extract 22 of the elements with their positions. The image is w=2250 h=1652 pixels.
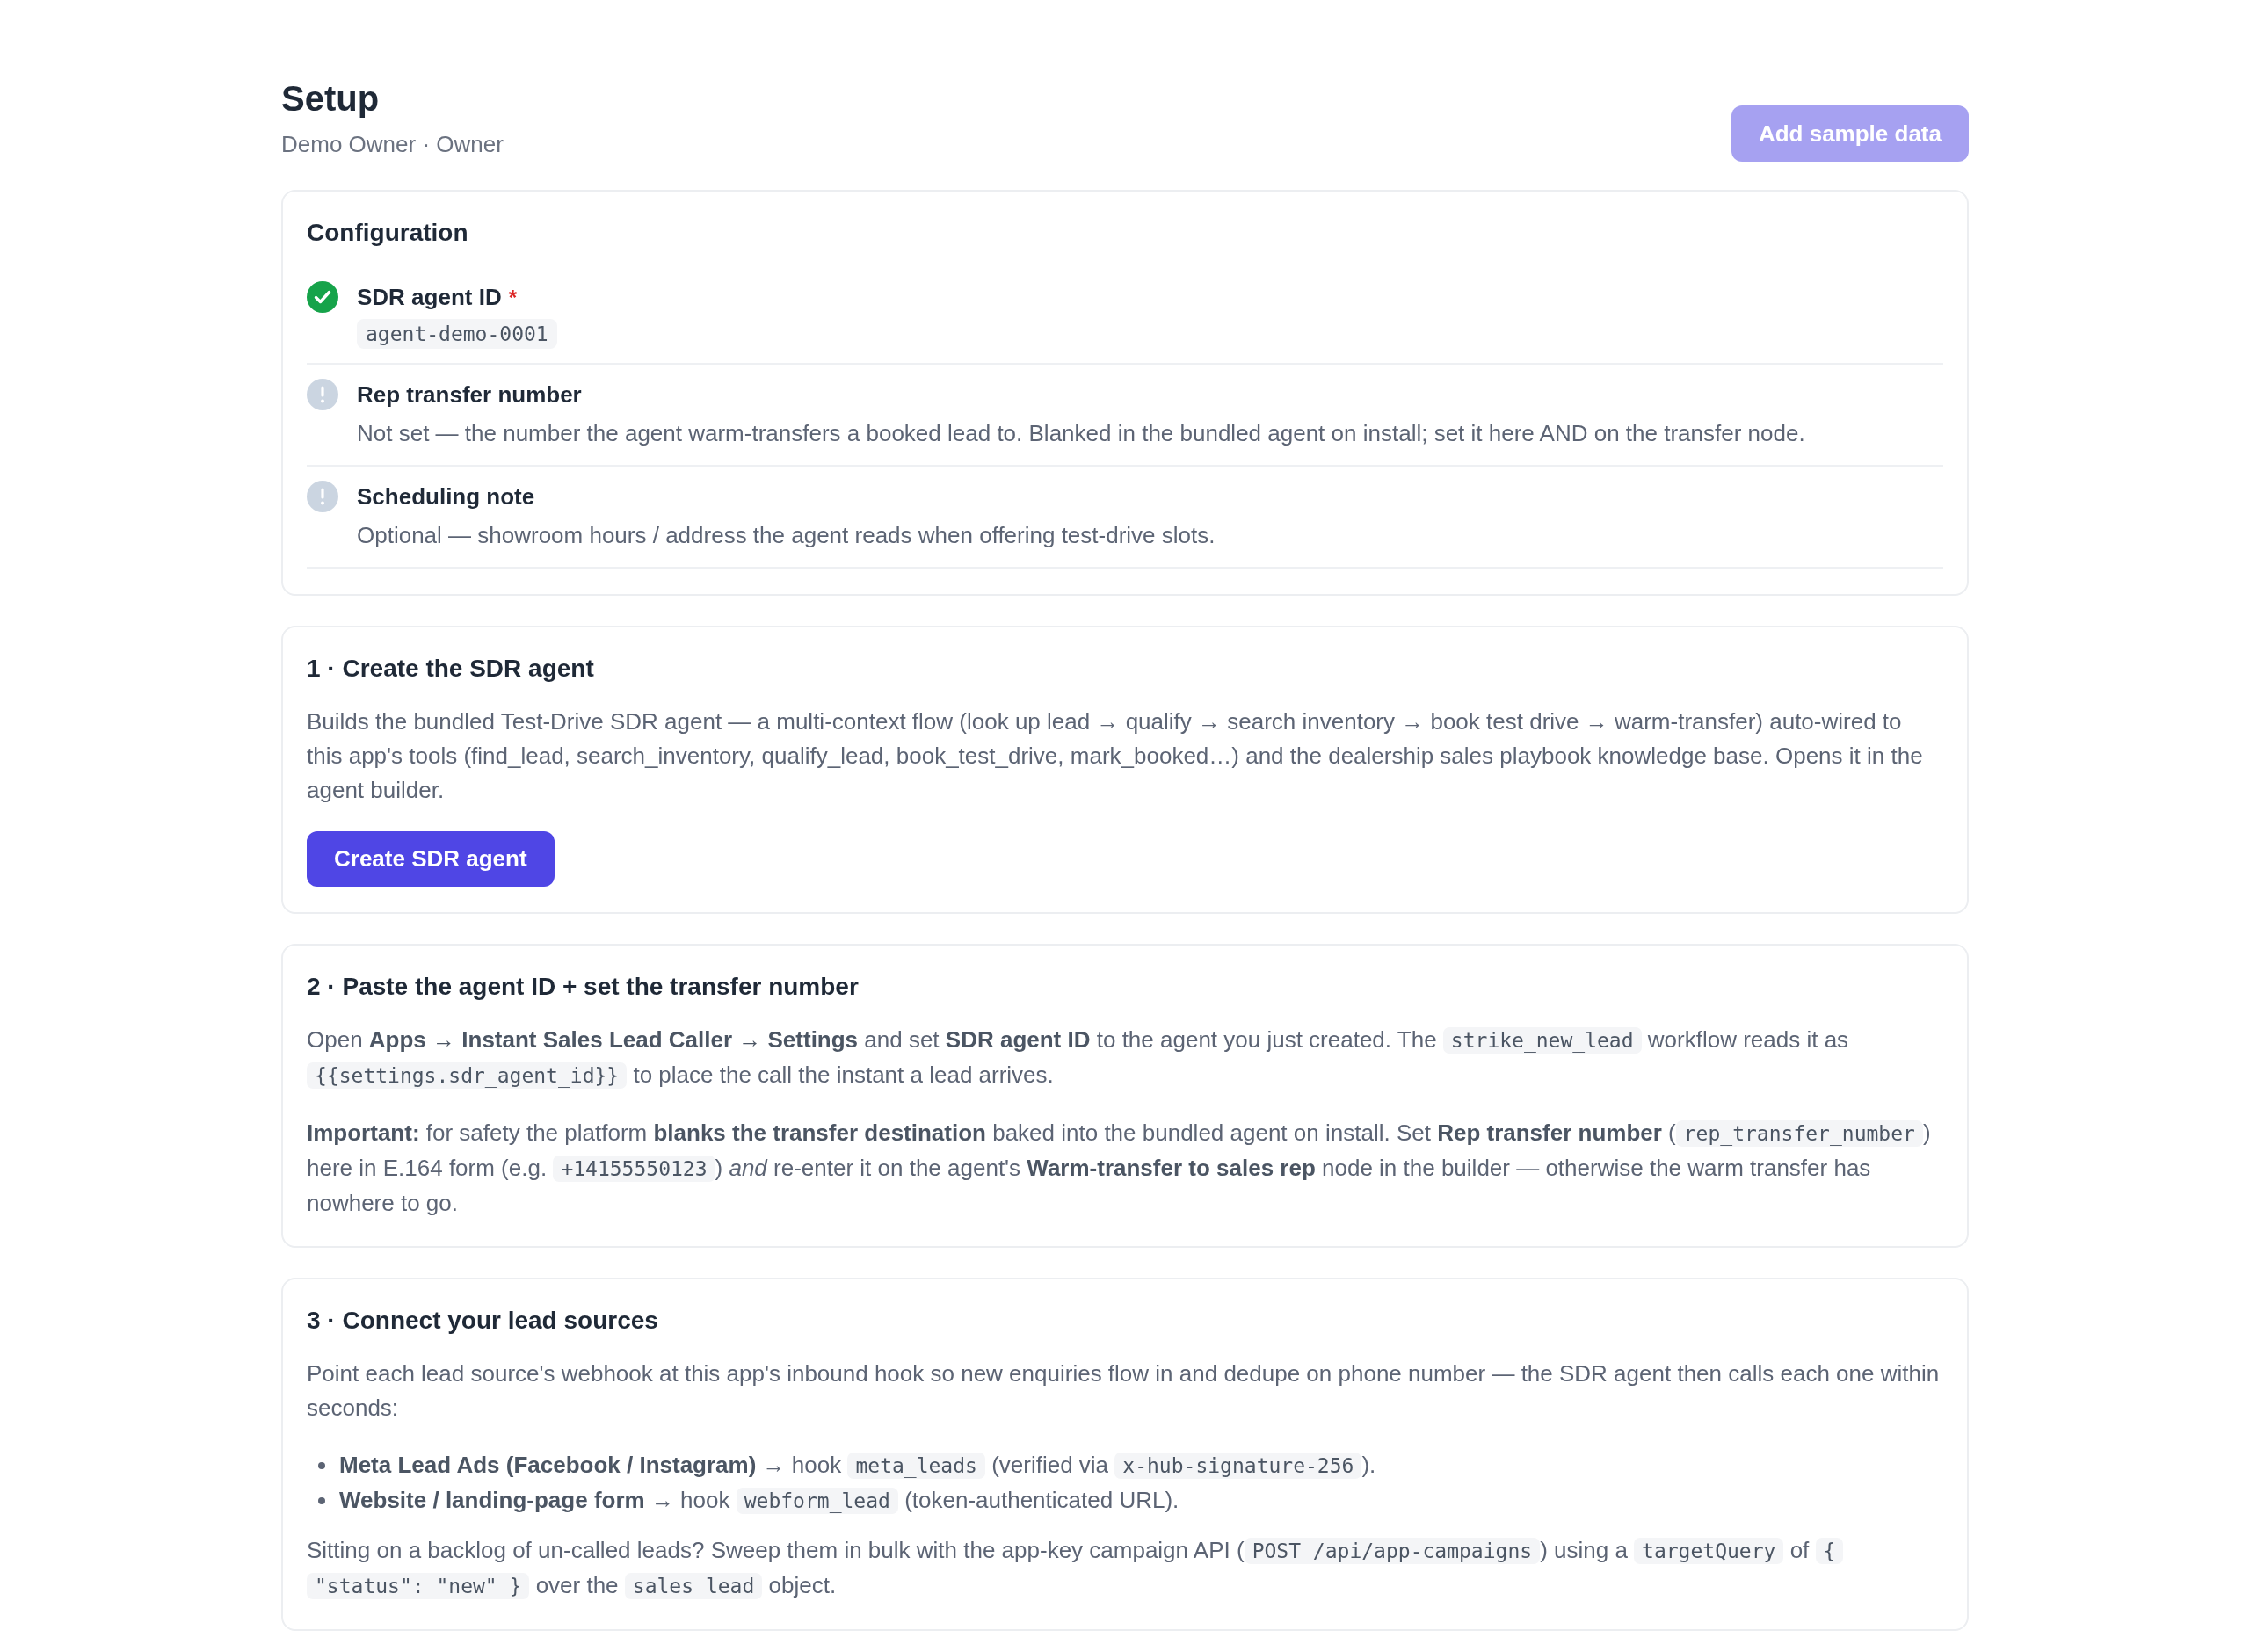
paragraph-text: Important: for safety the platform blanks the transfer destination baked into the bundled agent on install. Set Rep transfer number ( rep_transfer_number ) here in E.164 form (e.g. +14155550123 ) and re-enter it on the agent's Warm-transfer to sales rep node in the builder — otherwise the warm transfer has nowhere to go. bbox=[307, 1119, 1932, 1218]
bullet-icon bbox=[318, 1497, 325, 1504]
field-description: Optional — showroom hours / address the agent reads when offering test-drive slots. bbox=[357, 521, 1216, 550]
field-label: Scheduling note bbox=[357, 482, 535, 511]
bullet-icon bbox=[318, 1462, 325, 1469]
card-title: 2 · Paste the agent ID + set the transfer number bbox=[307, 972, 860, 1002]
card-title: 1 · Create the SDR agent bbox=[307, 654, 595, 684]
required-asterisk: * bbox=[508, 285, 518, 311]
field-label: Rep transfer number bbox=[357, 380, 582, 409]
paragraph-text: Builds the bundled Test-Drive SDR agent — a multi-context flow (look up lead → qualify → search inventory → book test drive → warm-transfer) auto-wired to this app's tools (find_lead, search_inventory, qualify_lead, book_test_drive, mark_booked…) and the dealership sales playbook knowledge base. Opens it in the agent builder. bbox=[307, 707, 1924, 805]
field-description: Not set — the number the agent warm-transfers a booked lead to. Blanked in the bundled agent on install; set it here AND on the transfer node. bbox=[357, 419, 1805, 448]
page-subtitle: Demo Owner · Owner bbox=[281, 130, 504, 159]
page-title: Setup bbox=[281, 78, 380, 120]
field-value: agent-demo-0001 bbox=[357, 319, 557, 349]
list-item-text: Website / landing-page form → hook webform_lead (token-authenticated URL). bbox=[339, 1486, 1179, 1516]
card-title: 3 · Connect your lead sources bbox=[307, 1306, 659, 1336]
paragraph-text: Point each lead source's webhook at this app's inbound hook so new enquiries flow in and dedupe on phone number — the SDR agent then calls each one within seconds: bbox=[307, 1359, 1941, 1423]
create-agent-button[interactable]: Create SDR agent bbox=[307, 831, 555, 887]
list-item-text: Meta Lead Ads (Facebook / Instagram) → hook meta_leads (verified via x-hub-signature-256 ). bbox=[339, 1451, 1376, 1481]
field-label: SDR agent ID bbox=[357, 283, 502, 312]
paragraph-text: Open Apps → Instant Sales Lead Caller → Settings and set SDR agent ID to the agent you just created. The strike_new_lead workflow reads it as {{settings.sdr_agent_id}} to place the call the instant a lead arrives. bbox=[307, 1025, 1850, 1090]
card-title: Configuration bbox=[307, 218, 469, 248]
